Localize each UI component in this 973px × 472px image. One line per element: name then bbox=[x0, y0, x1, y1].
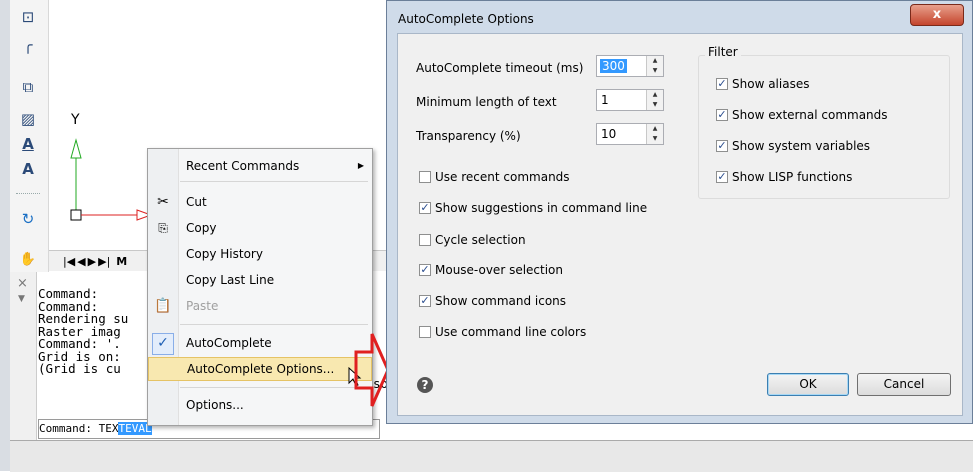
hatch-icon[interactable]: ▨ bbox=[14, 108, 42, 130]
menu-item-cut[interactable]: ✂ Cut bbox=[148, 191, 372, 213]
checkbox-box[interactable]: ✓ bbox=[419, 295, 431, 307]
transparency-spin-arrows[interactable]: ▲ ▼ bbox=[646, 124, 663, 144]
checkbox-label: Use command line colors bbox=[435, 325, 587, 339]
show-system-variables-checkbox[interactable]: ✓ Show system variables bbox=[716, 139, 870, 153]
checkbox-label: Show suggestions in command line bbox=[435, 201, 648, 215]
menu-item-options[interactable]: Options... bbox=[148, 394, 372, 416]
checkbox-label: Use recent commands bbox=[435, 170, 570, 184]
use-command-line-colors-checkbox[interactable]: Use command line colors bbox=[419, 325, 586, 339]
spin-down-icon[interactable]: ▼ bbox=[647, 100, 663, 110]
spin-up-icon[interactable]: ▲ bbox=[647, 124, 663, 134]
status-bar bbox=[10, 440, 973, 472]
menu-item-label: Copy bbox=[186, 221, 217, 235]
min-length-value[interactable]: 1 bbox=[601, 93, 609, 107]
menu-item-label: Options... bbox=[186, 398, 244, 412]
fillet-icon[interactable]: ╭ bbox=[14, 34, 42, 56]
scissors-icon: ✂ bbox=[157, 194, 169, 210]
close-icon[interactable]: × bbox=[17, 276, 28, 291]
checkbox-box[interactable]: ✓ bbox=[716, 109, 728, 121]
cancel-button[interactable]: Cancel bbox=[857, 373, 951, 396]
cycle-selection-checkbox[interactable]: Cycle selection bbox=[419, 233, 526, 247]
menu-item-copy-history[interactable]: Copy History bbox=[148, 243, 372, 265]
menu-item-autocomplete-options[interactable]: AutoComplete Options... bbox=[148, 357, 372, 381]
menu-item-autocomplete[interactable]: ✓ AutoComplete bbox=[148, 332, 372, 355]
filter-group-title: Filter bbox=[705, 45, 741, 59]
show-lisp-functions-checkbox[interactable]: ✓ Show LISP functions bbox=[716, 170, 852, 184]
checkbox-label: Show system variables bbox=[732, 139, 871, 153]
checkbox-box[interactable] bbox=[419, 326, 431, 338]
checkbox-label: Mouse-over selection bbox=[435, 263, 563, 277]
dialog-close-button[interactable]: x bbox=[910, 4, 964, 26]
ok-button[interactable]: OK bbox=[767, 373, 849, 396]
checkbox-box[interactable]: ✓ bbox=[716, 140, 728, 152]
menu-item-label: Cut bbox=[186, 195, 207, 209]
checkbox-box[interactable]: ✓ bbox=[716, 171, 728, 183]
submenu-arrow-icon: ▶ bbox=[357, 161, 364, 170]
menu-item-label: Paste bbox=[186, 299, 219, 313]
menu-item-label: Recent Commands bbox=[186, 159, 300, 173]
timeout-value[interactable]: 300 bbox=[600, 59, 627, 73]
menu-item-label: AutoComplete bbox=[186, 336, 272, 350]
mtext-icon[interactable]: A bbox=[14, 158, 42, 180]
checkbox-label: Show external commands bbox=[732, 108, 888, 122]
dropdown-triangle-icon[interactable]: ▼ bbox=[18, 294, 25, 304]
next-tab-button[interactable]: ▶ bbox=[88, 255, 96, 268]
text-icon[interactable]: A bbox=[14, 133, 42, 155]
checkbox-box[interactable] bbox=[419, 234, 431, 246]
paste-icon: 📋 bbox=[154, 298, 172, 314]
mouse-over-selection-checkbox[interactable]: ✓ Mouse-over selection bbox=[419, 263, 563, 277]
insert-block-icon[interactable]: ⊡ bbox=[14, 6, 42, 28]
transparency-value[interactable]: 10 bbox=[601, 127, 616, 141]
transparency-spinner[interactable]: 10 ▲ ▼ bbox=[596, 123, 664, 145]
timeout-spinner[interactable]: 300 ▲ ▼ bbox=[596, 55, 664, 77]
left-toolbar: ⊡ ╭ ⧉ ▨ A A ↻ ✋ bbox=[10, 0, 49, 272]
checkbox-label: Show aliases bbox=[732, 77, 810, 91]
use-recent-commands-checkbox[interactable]: Use recent commands bbox=[419, 170, 570, 184]
timeout-spin-arrows[interactable]: ▲ ▼ bbox=[646, 56, 663, 76]
command-bar-handle: × ▼ bbox=[10, 272, 37, 440]
spin-up-icon[interactable]: ▲ bbox=[647, 56, 663, 66]
pan-hand-icon[interactable]: ✋ bbox=[14, 248, 42, 270]
model-tab[interactable]: M bbox=[116, 255, 127, 268]
show-aliases-checkbox[interactable]: ✓ Show aliases bbox=[716, 77, 809, 91]
context-menu: Recent Commands ▶ ✂ Cut ⎘ Copy Copy Hist… bbox=[147, 148, 373, 426]
copy-icon: ⎘ bbox=[158, 221, 168, 235]
menu-item-paste[interactable]: 📋 Paste bbox=[148, 295, 372, 317]
checkbox-box[interactable]: ✓ bbox=[419, 202, 431, 214]
refresh-icon[interactable]: ↻ bbox=[14, 208, 42, 230]
min-length-spinner[interactable]: 1 ▲ ▼ bbox=[596, 89, 664, 111]
checkbox-label: Show LISP functions bbox=[732, 170, 853, 184]
checkbox-box[interactable]: ✓ bbox=[419, 264, 431, 276]
min-length-label: Minimum length of text bbox=[416, 95, 557, 109]
menu-item-label: Copy History bbox=[186, 247, 263, 261]
dialog-title: AutoComplete Options bbox=[398, 12, 534, 26]
show-suggestions-checkbox[interactable]: ✓ Show suggestions in command line bbox=[419, 201, 647, 215]
menu-item-copy-last-line[interactable]: Copy Last Line bbox=[148, 269, 372, 291]
command-input-text: Command: TEX bbox=[39, 422, 119, 435]
region-icon[interactable]: ⧉ bbox=[14, 76, 42, 98]
timeout-label: AutoComplete timeout (ms) bbox=[416, 61, 584, 75]
spin-up-icon[interactable]: ▲ bbox=[647, 90, 663, 100]
menu-item-copy[interactable]: ⎘ Copy bbox=[148, 217, 372, 239]
checkbox-box[interactable] bbox=[419, 171, 431, 183]
help-icon[interactable]: ? bbox=[417, 377, 433, 393]
checkbox-box[interactable]: ✓ bbox=[716, 78, 728, 90]
menu-item-label: AutoComplete Options... bbox=[187, 362, 335, 376]
checkmark-icon: ✓ bbox=[152, 333, 174, 355]
red-arrow-annotation bbox=[354, 333, 390, 407]
menu-item-label: Copy Last Line bbox=[186, 273, 275, 287]
spin-down-icon[interactable]: ▼ bbox=[647, 66, 663, 76]
checkbox-label: Show command icons bbox=[435, 294, 567, 308]
show-external-commands-checkbox[interactable]: ✓ Show external commands bbox=[716, 108, 888, 122]
prev-tab-button[interactable]: ◀ bbox=[77, 255, 85, 268]
first-tab-button[interactable]: |◀ bbox=[63, 255, 75, 268]
checkbox-label: Cycle selection bbox=[435, 233, 526, 247]
min-length-spin-arrows[interactable]: ▲ ▼ bbox=[646, 90, 663, 110]
spin-down-icon[interactable]: ▼ bbox=[647, 134, 663, 144]
transparency-label: Transparency (%) bbox=[416, 129, 521, 143]
axis-y-label: Y bbox=[71, 112, 80, 128]
last-tab-button[interactable]: ▶| bbox=[98, 255, 110, 268]
show-command-icons-checkbox[interactable]: ✓ Show command icons bbox=[419, 294, 566, 308]
menu-item-recent-commands[interactable]: Recent Commands ▶ bbox=[148, 155, 372, 177]
